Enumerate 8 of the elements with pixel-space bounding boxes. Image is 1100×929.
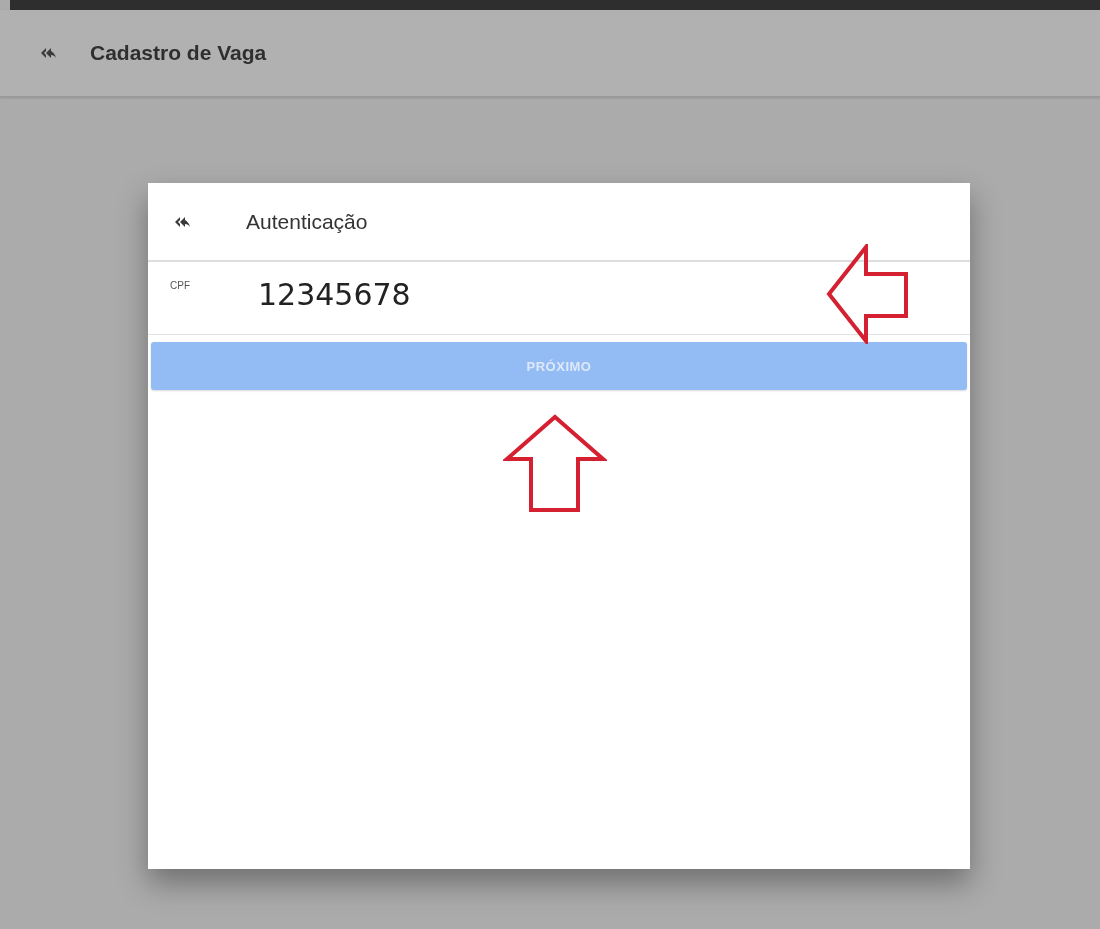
back-icon[interactable] xyxy=(174,215,190,228)
field-label: CPF xyxy=(170,280,190,291)
cpf-input-field[interactable]: 12345678 xyxy=(258,272,658,316)
up-arrow-icon xyxy=(503,414,607,514)
left-arrow-icon xyxy=(826,244,910,344)
back-icon[interactable] xyxy=(40,47,56,59)
dialog-title: Autenticação xyxy=(246,209,368,234)
page-title: Cadastro de Vaga xyxy=(90,41,267,65)
